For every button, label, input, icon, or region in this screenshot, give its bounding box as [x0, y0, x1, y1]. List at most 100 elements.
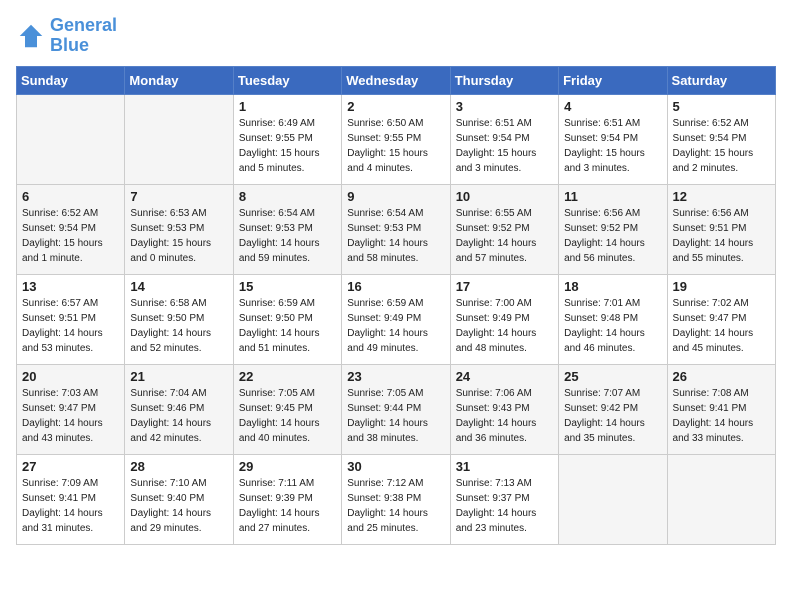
- day-info: Sunrise: 6:52 AM Sunset: 9:54 PM Dayligh…: [673, 116, 770, 176]
- weekday-header: Monday: [125, 66, 233, 94]
- calendar-cell: 6 Sunrise: 6:52 AM Sunset: 9:54 PM Daylig…: [17, 184, 125, 274]
- day-number: 23: [347, 369, 444, 384]
- calendar-cell: 21Sunrise: 7:04 AM Sunset: 9:46 PM Dayli…: [125, 364, 233, 454]
- day-number: 17: [456, 279, 553, 294]
- day-info: Sunrise: 6:56 AM Sunset: 9:51 PM Dayligh…: [673, 206, 770, 266]
- day-info: Sunrise: 6:51 AM Sunset: 9:54 PM Dayligh…: [564, 116, 661, 176]
- calendar-cell: 14 Sunrise: 6:58 AM Sunset: 9:50 PM Dayli…: [125, 274, 233, 364]
- weekday-header: Sunday: [17, 66, 125, 94]
- day-info: Sunrise: 7:06 AM Sunset: 9:43 PM Dayligh…: [456, 386, 553, 446]
- day-number: 6: [22, 189, 119, 204]
- day-info: Sunrise: 7:12 AM Sunset: 9:38 PM Dayligh…: [347, 476, 444, 536]
- calendar-cell: 16 Sunrise: 6:59 AM Sunset: 9:49 PM Dayli…: [342, 274, 450, 364]
- day-info: Sunrise: 7:00 AM Sunset: 9:49 PM Dayligh…: [456, 296, 553, 356]
- calendar-cell: 5 Sunrise: 6:52 AM Sunset: 9:54 PM Daylig…: [667, 94, 775, 184]
- calendar-cell: 30Sunrise: 7:12 AM Sunset: 9:38 PM Dayli…: [342, 454, 450, 544]
- day-info: Sunrise: 7:02 AM Sunset: 9:47 PM Dayligh…: [673, 296, 770, 356]
- day-info: Sunrise: 6:52 AM Sunset: 9:54 PM Dayligh…: [22, 206, 119, 266]
- calendar-cell: [559, 454, 667, 544]
- logo-icon: [16, 21, 46, 51]
- day-number: 4: [564, 99, 661, 114]
- day-number: 19: [673, 279, 770, 294]
- day-number: 3: [456, 99, 553, 114]
- calendar-cell: 12Sunrise: 6:56 AM Sunset: 9:51 PM Dayli…: [667, 184, 775, 274]
- weekday-header: Tuesday: [233, 66, 341, 94]
- day-number: 21: [130, 369, 227, 384]
- calendar-cell: 2 Sunrise: 6:50 AM Sunset: 9:55 PM Daylig…: [342, 94, 450, 184]
- day-number: 10: [456, 189, 553, 204]
- calendar-cell: 13 Sunrise: 6:57 AM Sunset: 9:51 PM Dayli…: [17, 274, 125, 364]
- day-number: 22: [239, 369, 336, 384]
- day-number: 5: [673, 99, 770, 114]
- calendar-cell: 8Sunrise: 6:54 AM Sunset: 9:53 PM Daylig…: [233, 184, 341, 274]
- day-info: Sunrise: 7:09 AM Sunset: 9:41 PM Dayligh…: [22, 476, 119, 536]
- weekday-header: Thursday: [450, 66, 558, 94]
- day-number: 11: [564, 189, 661, 204]
- day-number: 15: [239, 279, 336, 294]
- calendar-cell: 9 Sunrise: 6:54 AM Sunset: 9:53 PM Daylig…: [342, 184, 450, 274]
- day-info: Sunrise: 7:07 AM Sunset: 9:42 PM Dayligh…: [564, 386, 661, 446]
- day-info: Sunrise: 6:58 AM Sunset: 9:50 PM Dayligh…: [130, 296, 227, 356]
- calendar-header-row: SundayMondayTuesdayWednesdayThursdayFrid…: [17, 66, 776, 94]
- day-info: Sunrise: 6:57 AM Sunset: 9:51 PM Dayligh…: [22, 296, 119, 356]
- day-number: 25: [564, 369, 661, 384]
- calendar-week-row: 20 Sunrise: 7:03 AM Sunset: 9:47 PM Dayli…: [17, 364, 776, 454]
- day-info: Sunrise: 7:03 AM Sunset: 9:47 PM Dayligh…: [22, 386, 119, 446]
- calendar-week-row: 27 Sunrise: 7:09 AM Sunset: 9:41 PM Dayli…: [17, 454, 776, 544]
- day-info: Sunrise: 6:49 AM Sunset: 9:55 PM Dayligh…: [239, 116, 336, 176]
- day-number: 27: [22, 459, 119, 474]
- calendar-cell: 24 Sunrise: 7:06 AM Sunset: 9:43 PM Dayli…: [450, 364, 558, 454]
- day-info: Sunrise: 7:11 AM Sunset: 9:39 PM Dayligh…: [239, 476, 336, 536]
- calendar-cell: 31Sunrise: 7:13 AM Sunset: 9:37 PM Dayli…: [450, 454, 558, 544]
- calendar-week-row: 13 Sunrise: 6:57 AM Sunset: 9:51 PM Dayli…: [17, 274, 776, 364]
- day-info: Sunrise: 7:05 AM Sunset: 9:45 PM Dayligh…: [239, 386, 336, 446]
- day-info: Sunrise: 6:59 AM Sunset: 9:49 PM Dayligh…: [347, 296, 444, 356]
- calendar-cell: 3 Sunrise: 6:51 AM Sunset: 9:54 PM Daylig…: [450, 94, 558, 184]
- day-info: Sunrise: 7:08 AM Sunset: 9:41 PM Dayligh…: [673, 386, 770, 446]
- day-info: Sunrise: 6:50 AM Sunset: 9:55 PM Dayligh…: [347, 116, 444, 176]
- day-number: 24: [456, 369, 553, 384]
- weekday-header: Wednesday: [342, 66, 450, 94]
- day-number: 16: [347, 279, 444, 294]
- day-number: 2: [347, 99, 444, 114]
- day-number: 18: [564, 279, 661, 294]
- day-number: 13: [22, 279, 119, 294]
- calendar-cell: 20 Sunrise: 7:03 AM Sunset: 9:47 PM Dayli…: [17, 364, 125, 454]
- calendar-cell: 23Sunrise: 7:05 AM Sunset: 9:44 PM Dayli…: [342, 364, 450, 454]
- day-info: Sunrise: 7:01 AM Sunset: 9:48 PM Dayligh…: [564, 296, 661, 356]
- calendar-cell: 15 Sunrise: 6:59 AM Sunset: 9:50 PM Dayli…: [233, 274, 341, 364]
- calendar-body: 1 Sunrise: 6:49 AM Sunset: 9:55 PM Daylig…: [17, 94, 776, 544]
- logo: General Blue: [16, 16, 117, 56]
- calendar-cell: 22 Sunrise: 7:05 AM Sunset: 9:45 PM Dayli…: [233, 364, 341, 454]
- day-info: Sunrise: 6:53 AM Sunset: 9:53 PM Dayligh…: [130, 206, 227, 266]
- calendar-cell: 18 Sunrise: 7:01 AM Sunset: 9:48 PM Dayli…: [559, 274, 667, 364]
- calendar-cell: 7Sunrise: 6:53 AM Sunset: 9:53 PM Daylig…: [125, 184, 233, 274]
- day-info: Sunrise: 6:54 AM Sunset: 9:53 PM Dayligh…: [239, 206, 336, 266]
- weekday-header: Friday: [559, 66, 667, 94]
- day-number: 9: [347, 189, 444, 204]
- calendar-cell: 4 Sunrise: 6:51 AM Sunset: 9:54 PM Daylig…: [559, 94, 667, 184]
- calendar-table: SundayMondayTuesdayWednesdayThursdayFrid…: [16, 66, 776, 545]
- day-number: 14: [130, 279, 227, 294]
- calendar-cell: 27 Sunrise: 7:09 AM Sunset: 9:41 PM Dayli…: [17, 454, 125, 544]
- calendar-cell: 29Sunrise: 7:11 AM Sunset: 9:39 PM Dayli…: [233, 454, 341, 544]
- day-info: Sunrise: 6:59 AM Sunset: 9:50 PM Dayligh…: [239, 296, 336, 356]
- day-number: 1: [239, 99, 336, 114]
- day-info: Sunrise: 6:56 AM Sunset: 9:52 PM Dayligh…: [564, 206, 661, 266]
- day-number: 28: [130, 459, 227, 474]
- calendar-week-row: 6 Sunrise: 6:52 AM Sunset: 9:54 PM Daylig…: [17, 184, 776, 274]
- weekday-header: Saturday: [667, 66, 775, 94]
- calendar-cell: 10 Sunrise: 6:55 AM Sunset: 9:52 PM Dayli…: [450, 184, 558, 274]
- day-info: Sunrise: 6:55 AM Sunset: 9:52 PM Dayligh…: [456, 206, 553, 266]
- calendar-cell: [17, 94, 125, 184]
- day-info: Sunrise: 6:54 AM Sunset: 9:53 PM Dayligh…: [347, 206, 444, 266]
- day-info: Sunrise: 6:51 AM Sunset: 9:54 PM Dayligh…: [456, 116, 553, 176]
- calendar-cell: [125, 94, 233, 184]
- calendar-cell: 11 Sunrise: 6:56 AM Sunset: 9:52 PM Dayli…: [559, 184, 667, 274]
- calendar-week-row: 1 Sunrise: 6:49 AM Sunset: 9:55 PM Daylig…: [17, 94, 776, 184]
- calendar-cell: 25 Sunrise: 7:07 AM Sunset: 9:42 PM Dayli…: [559, 364, 667, 454]
- calendar-cell: [667, 454, 775, 544]
- calendar-cell: 17 Sunrise: 7:00 AM Sunset: 9:49 PM Dayli…: [450, 274, 558, 364]
- calendar-cell: 28Sunrise: 7:10 AM Sunset: 9:40 PM Dayli…: [125, 454, 233, 544]
- day-number: 20: [22, 369, 119, 384]
